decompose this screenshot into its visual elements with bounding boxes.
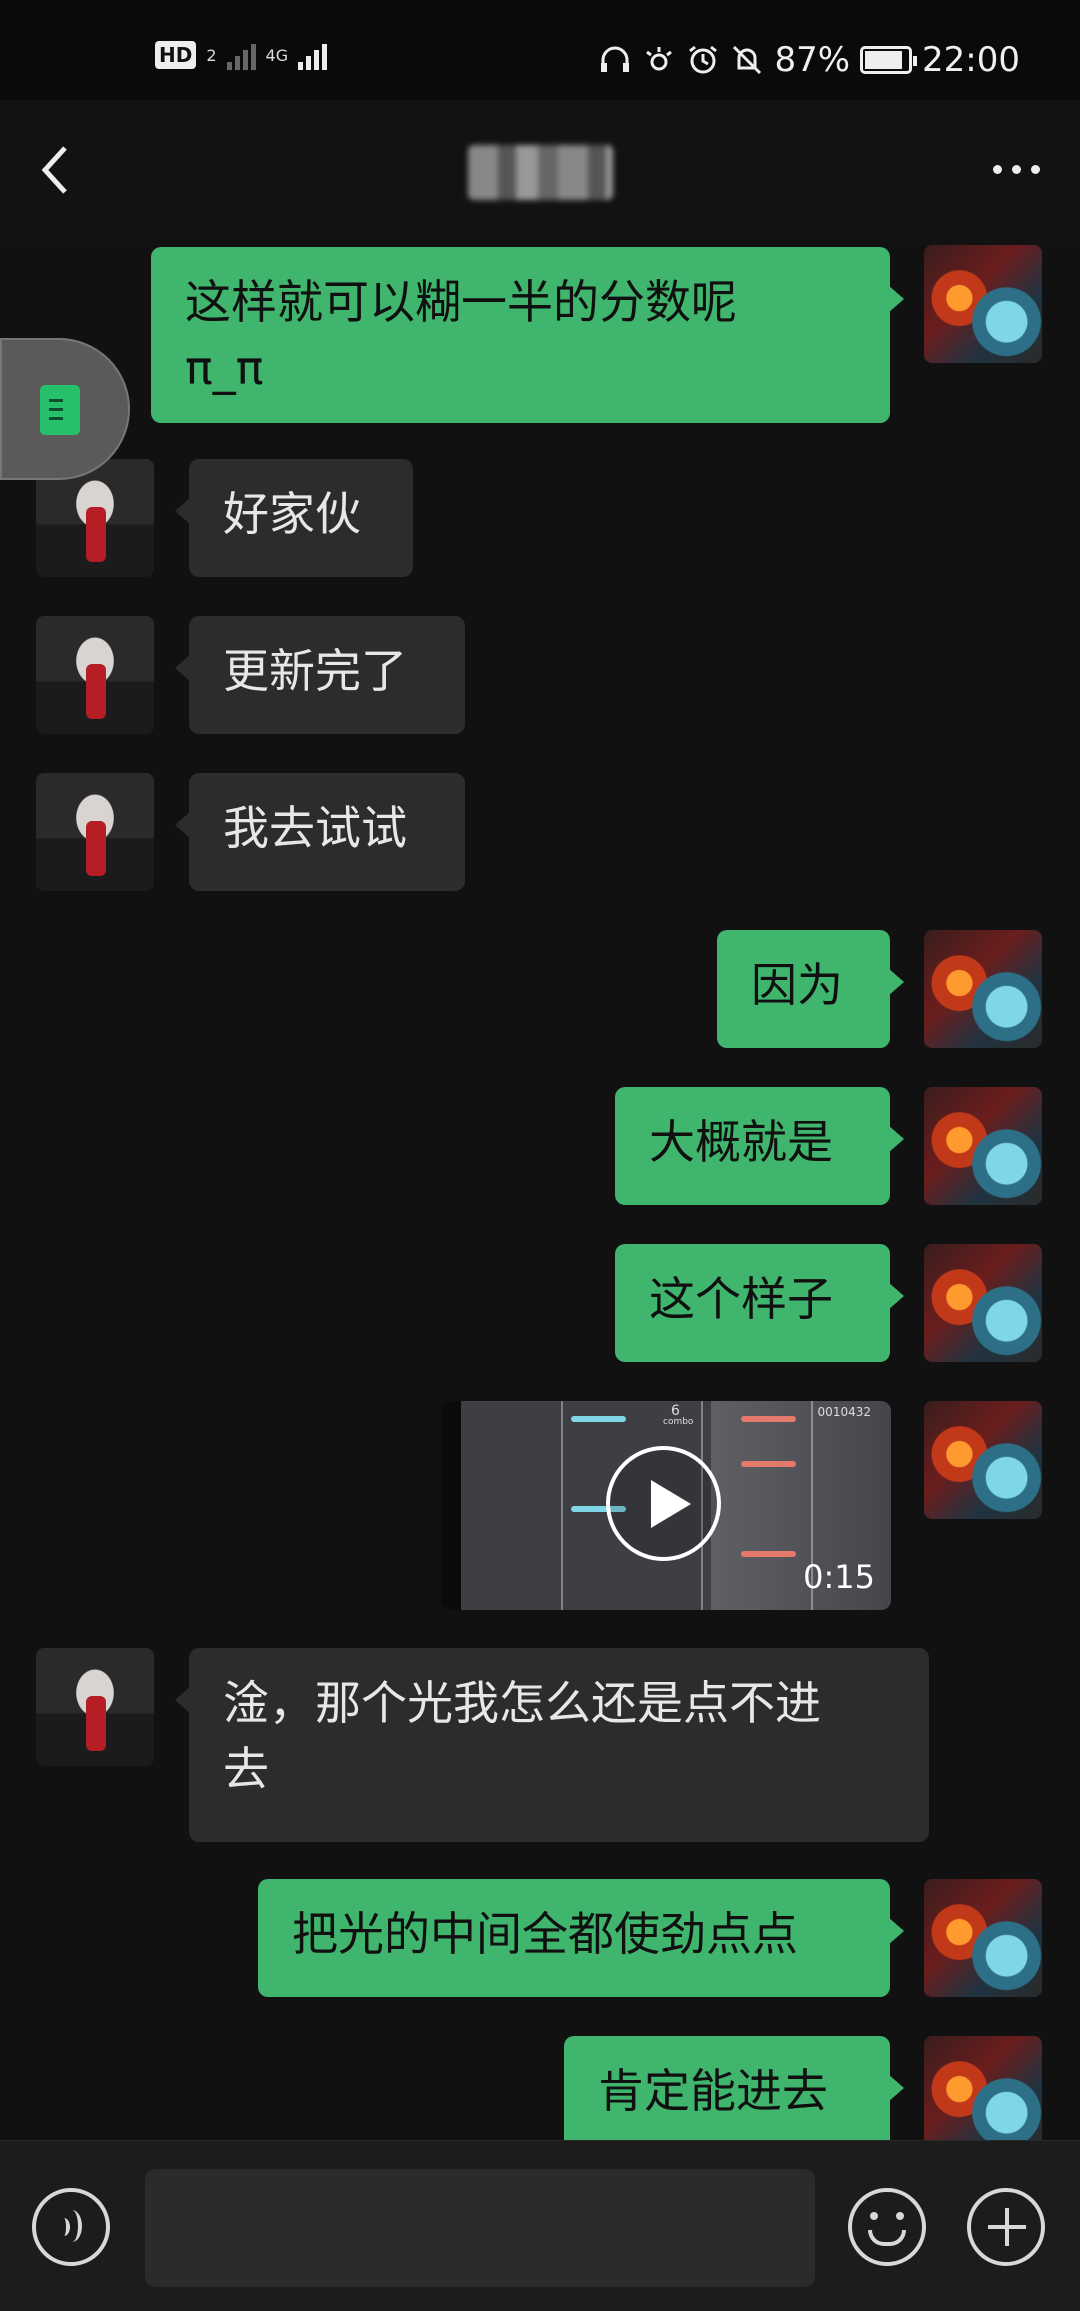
battery-icon: [860, 46, 918, 74]
eye-comfort-icon: [646, 47, 673, 71]
message-input[interactable]: [145, 2169, 815, 2287]
message-bubble[interactable]: 我去试试: [175, 773, 465, 891]
hd-sub: 2: [206, 45, 217, 65]
message-bubble[interactable]: 更新完了: [175, 616, 465, 734]
status-left: HD 2 4G: [155, 40, 328, 70]
video-combo-label: combo: [663, 1417, 694, 1427]
signal-2-icon: [298, 40, 328, 70]
my-avatar[interactable]: [924, 245, 1042, 363]
video-message[interactable]: 6 combo 0010432 0:15: [441, 1401, 891, 1610]
message-bubble[interactable]: 肯定能进去: [564, 2036, 904, 2140]
my-avatar[interactable]: [924, 1244, 1042, 1362]
contact-avatar[interactable]: [36, 616, 154, 734]
message-bubble[interactable]: 因为: [717, 930, 904, 1048]
video-score: 0010432: [817, 1405, 871, 1419]
chat-title: [468, 145, 613, 200]
play-icon[interactable]: [606, 1446, 721, 1561]
message-bubble[interactable]: 这个样子: [615, 1244, 904, 1362]
my-avatar[interactable]: [924, 1401, 1042, 1519]
status-bar: HD 2 4G 87% 22:00: [0, 0, 1080, 100]
document-icon: [40, 385, 80, 435]
plus-icon[interactable]: [967, 2188, 1045, 2266]
message-list[interactable]: 这样就可以糊一半的分数呢 π_π 好家伙 更新完了 我去试试 因为 大概就是 这…: [0, 245, 1080, 2140]
my-avatar[interactable]: [924, 930, 1042, 1048]
battery-fill: [865, 51, 903, 69]
my-avatar[interactable]: [924, 2036, 1042, 2140]
contact-avatar[interactable]: [36, 1648, 154, 1766]
message-bubble[interactable]: 把光的中间全都使劲点点: [258, 1879, 904, 1997]
voice-icon[interactable]: [32, 2188, 110, 2266]
my-avatar[interactable]: [924, 1879, 1042, 1997]
message-bubble[interactable]: 好家伙: [175, 459, 413, 577]
battery-percent: 87%: [774, 40, 851, 80]
input-bar: [0, 2140, 1080, 2311]
signal-1-icon: [226, 40, 256, 70]
status-right: 87% 22:00: [598, 40, 1020, 80]
message-bubble[interactable]: 这样就可以糊一半的分数呢 π_π: [151, 247, 904, 423]
network-type: 4G: [265, 45, 289, 65]
contact-avatar[interactable]: [36, 773, 154, 891]
alarm-icon: [689, 45, 718, 74]
message-bubble[interactable]: 大概就是: [615, 1087, 904, 1205]
mute-bell-icon: [733, 45, 762, 75]
chat-header: [0, 100, 1080, 245]
video-duration: 0:15: [803, 1558, 875, 1596]
my-avatar[interactable]: [924, 1087, 1042, 1205]
headset-icon: [601, 46, 630, 72]
status-time: 22:00: [922, 40, 1020, 80]
emoji-icon[interactable]: [848, 2188, 926, 2266]
chevron-left-icon[interactable]: [35, 140, 80, 200]
ellipsis-icon[interactable]: [993, 165, 1040, 174]
hd-badge: HD: [155, 41, 197, 69]
message-bubble[interactable]: 淦，那个光我怎么还是点不进 去: [175, 1648, 929, 1842]
